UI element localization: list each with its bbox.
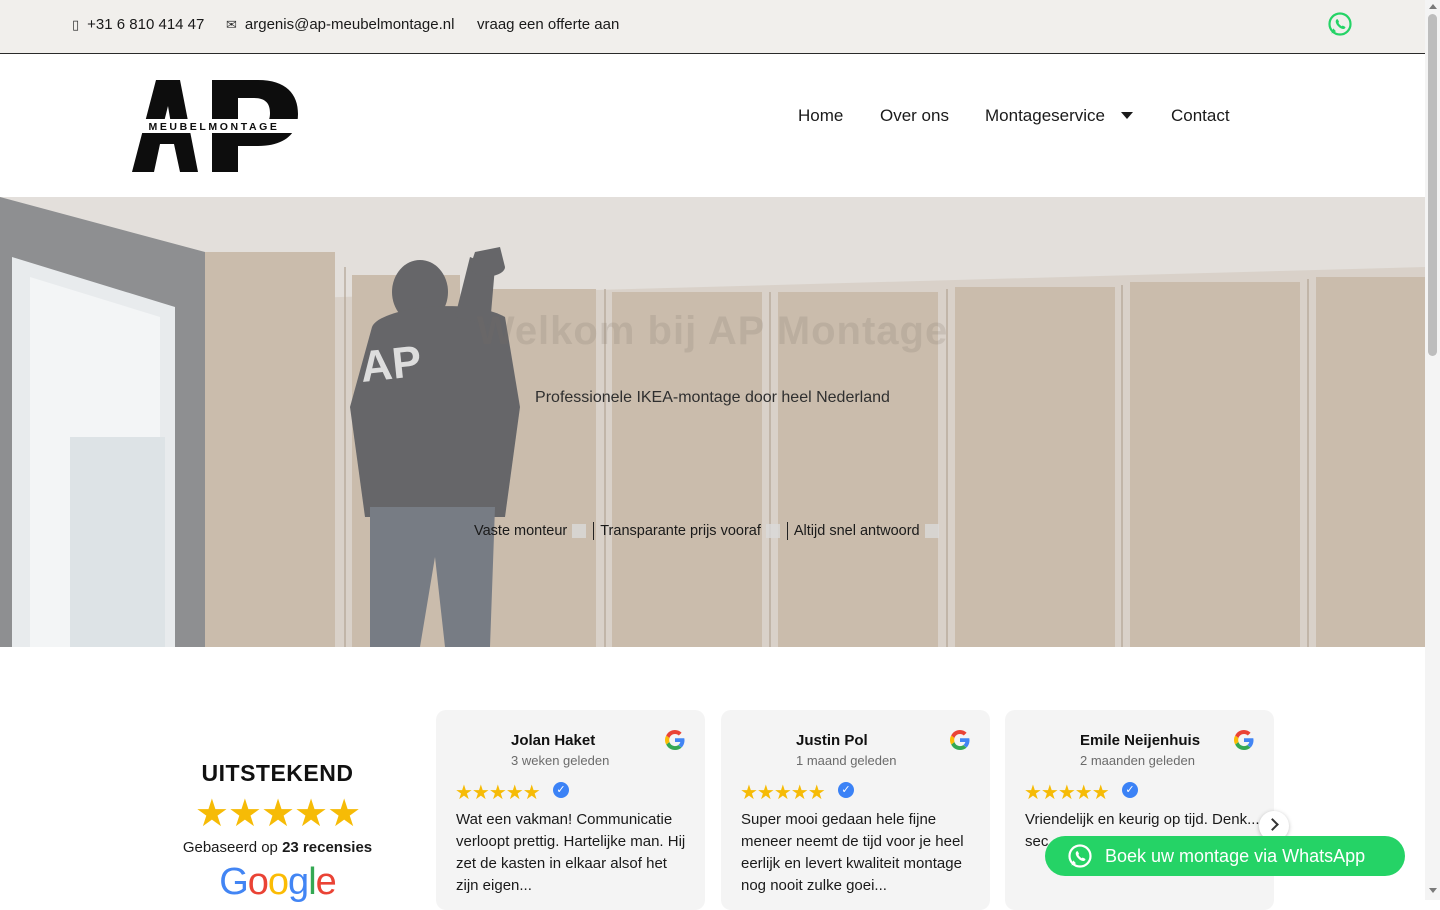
whatsapp-icon xyxy=(1068,844,1092,868)
nav-home[interactable]: Home xyxy=(798,106,843,126)
email-address: argenis@ap-meubelmontage.nl xyxy=(244,16,455,33)
usp-separator xyxy=(786,522,788,540)
review-count: 23 recensies xyxy=(282,839,373,856)
check-icon xyxy=(924,524,939,538)
usp-item: Altijd snel antwoord xyxy=(793,523,920,539)
rating-label: UITSTEKEND xyxy=(201,760,354,786)
review-text: Wat een vakman! Communicatie verloopt pr… xyxy=(456,811,686,894)
email-link[interactable]: ✉ argenis@ap-meubelmontage.nl xyxy=(226,16,454,33)
review-card[interactable]: Jolan Haket 3 weken geleden ★★★★★ ✓ Wat … xyxy=(436,710,705,910)
based-on-text: Gebaseerd op 23 recensies xyxy=(150,839,405,856)
hero-overlay xyxy=(0,197,1425,647)
quote-link-label: vraag een offerte aan xyxy=(477,16,620,33)
google-g-icon xyxy=(665,730,685,750)
review-date: 2 maanden geleden xyxy=(1080,753,1195,768)
hero-title: Welkom bij AP Montage xyxy=(476,309,949,353)
envelope-icon: ✉ xyxy=(226,16,237,32)
scroll-down-arrow-icon[interactable] xyxy=(1429,888,1437,893)
phone-icon: ▯ xyxy=(72,16,80,32)
google-logo[interactable]: Google xyxy=(150,862,405,902)
hero-subtitle: Professionele IKEA-montage door heel Ned… xyxy=(535,389,890,406)
hero-section: AP Welkom bij AP Montage Professionele I… xyxy=(0,197,1425,647)
review-stars: ★★★★★ xyxy=(740,782,826,804)
google-g-icon xyxy=(1234,730,1254,750)
site-logo[interactable]: MEUBELMONTAGE xyxy=(128,78,300,174)
nav-montageservice-label: Montageservice xyxy=(985,106,1106,125)
verified-icon: ✓ xyxy=(553,782,569,798)
usp-item: Vaste monteur xyxy=(474,523,568,539)
caret-down-icon[interactable] xyxy=(1121,112,1134,120)
chevron-right-icon xyxy=(1266,818,1279,831)
check-icon xyxy=(572,524,587,538)
logo-wordmark: MEUBELMONTAGE xyxy=(148,121,279,133)
nav-over-ons[interactable]: Over ons xyxy=(880,106,949,126)
review-date: 3 weken geleden xyxy=(511,753,610,768)
review-card[interactable]: Justin Pol 1 maand geleden ★★★★★ ✓ Super… xyxy=(721,710,990,910)
whatsapp-cta-label: Boek uw montage via WhatsApp xyxy=(1105,845,1366,866)
verified-icon: ✓ xyxy=(838,782,854,798)
usp-item: Transparante prijs vooraf xyxy=(600,523,761,539)
review-text: Super mooi gedaan hele fijne meneer neem… xyxy=(741,811,964,894)
site-header: MEUBELMONTAGE Home Over ons Montageservi… xyxy=(0,54,1425,197)
scroll-up-arrow-icon[interactable] xyxy=(1429,4,1437,9)
quote-link[interactable]: vraag een offerte aan xyxy=(477,16,619,33)
phone-number: +31 6 810 414 47 xyxy=(87,16,205,33)
usp-list: Vaste monteur Transparante prijs vooraf … xyxy=(474,522,946,540)
google-g-icon xyxy=(950,730,970,750)
summary-stars: ★★★★★ xyxy=(194,793,361,835)
based-prefix: Gebaseerd op xyxy=(182,839,278,856)
usp-separator xyxy=(593,522,595,540)
reviews-summary: UITSTEKEND ★★★★★ Gebaseerd op 23 recensi… xyxy=(150,760,405,902)
check-icon xyxy=(765,524,780,538)
review-date: 1 maand geleden xyxy=(796,753,897,768)
whatsapp-cta-button[interactable]: Boek uw montage via WhatsApp xyxy=(1045,836,1405,876)
nav-contact[interactable]: Contact xyxy=(1171,106,1230,126)
top-bar: ▯ +31 6 810 414 47 ✉ argenis@ap-meubelmo… xyxy=(0,0,1425,54)
verified-icon: ✓ xyxy=(1122,782,1138,798)
whatsapp-icon[interactable] xyxy=(1327,11,1353,37)
nav-montageservice[interactable]: Montageservice xyxy=(985,106,1134,126)
reviewer-name: Emile Neijenhuis xyxy=(1080,732,1201,749)
review-stars: ★★★★★ xyxy=(1024,782,1110,804)
reviewer-name: Justin Pol xyxy=(796,732,868,749)
scrollbar-thumb[interactable] xyxy=(1428,14,1437,356)
reviewer-name: Jolan Haket xyxy=(511,732,596,749)
review-card[interactable]: Emile Neijenhuis 2 maanden geleden ★★★★★… xyxy=(1005,710,1274,910)
review-stars: ★★★★★ xyxy=(455,782,541,804)
phone-link[interactable]: ▯ +31 6 810 414 47 xyxy=(72,16,204,33)
